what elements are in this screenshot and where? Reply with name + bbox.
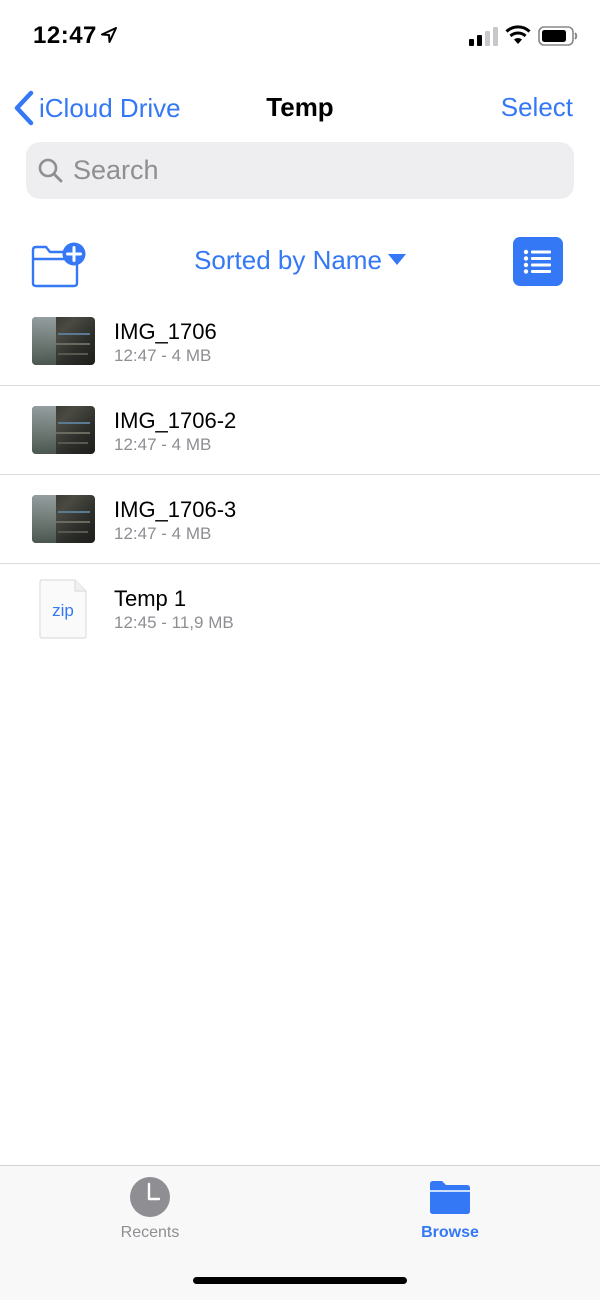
tab-label: Recents: [120, 1224, 180, 1241]
location-arrow-icon: [101, 27, 117, 43]
home-indicator: [193, 1277, 407, 1284]
cellular-signal-icon: [469, 27, 498, 46]
status-time: 12:47: [33, 22, 97, 49]
folder-icon: [430, 1181, 470, 1214]
caret-down-icon: [387, 254, 406, 266]
file-list: IMG_1706 12:47 - 4 MB IMG_1706-2 12:47 -…: [0, 297, 600, 652]
file-name: Temp 1: [114, 586, 187, 611]
wifi-icon: [505, 25, 531, 44]
search-icon: [38, 158, 63, 183]
image-thumbnail: [32, 406, 95, 454]
file-meta: 12:47 - 4 MB: [114, 346, 212, 365]
file-name: IMG_1706-3: [114, 497, 237, 522]
file-meta: 12:45 - 11,9 MB: [114, 613, 234, 632]
tab-recents[interactable]: Recents: [75, 1176, 225, 1242]
zip-badge: zip: [52, 601, 74, 620]
file-name: IMG_1706-2: [114, 408, 237, 433]
select-button[interactable]: Select: [501, 92, 573, 123]
file-name: IMG_1706: [114, 319, 217, 344]
tab-label: Browse: [421, 1224, 479, 1241]
clock-icon: [130, 1177, 170, 1217]
tab-browse[interactable]: Browse: [375, 1176, 525, 1242]
file-row-temp-1[interactable]: zip Temp 1 12:45 - 11,9 MB: [0, 564, 600, 652]
file-meta: 12:47 - 4 MB: [114, 435, 212, 454]
sort-button-wrapper: Sorted by Name: [0, 245, 600, 276]
search-input[interactable]: Search: [26, 142, 574, 199]
status-bar: 12:47: [0, 0, 600, 70]
search-placeholder: Search: [73, 155, 159, 185]
file-row-img-1706-3[interactable]: IMG_1706-3 12:47 - 4 MB: [0, 475, 600, 564]
file-meta: 12:47 - 4 MB: [114, 524, 212, 543]
zip-file-icon: zip: [39, 579, 87, 639]
list-view-button[interactable]: [513, 237, 563, 286]
navigation-bar: iCloud Drive Temp Select: [0, 80, 600, 132]
image-thumbnail: [32, 317, 95, 365]
image-thumbnail: [32, 495, 95, 543]
battery-icon: [538, 26, 578, 46]
browser-toolbar: Sorted by Name: [0, 232, 600, 292]
file-row-img-1706-2[interactable]: IMG_1706-2 12:47 - 4 MB: [0, 386, 600, 475]
sort-button[interactable]: Sorted by Name: [194, 245, 382, 275]
file-row-img-1706[interactable]: IMG_1706 12:47 - 4 MB: [0, 297, 600, 386]
list-view-icon: [523, 249, 551, 274]
